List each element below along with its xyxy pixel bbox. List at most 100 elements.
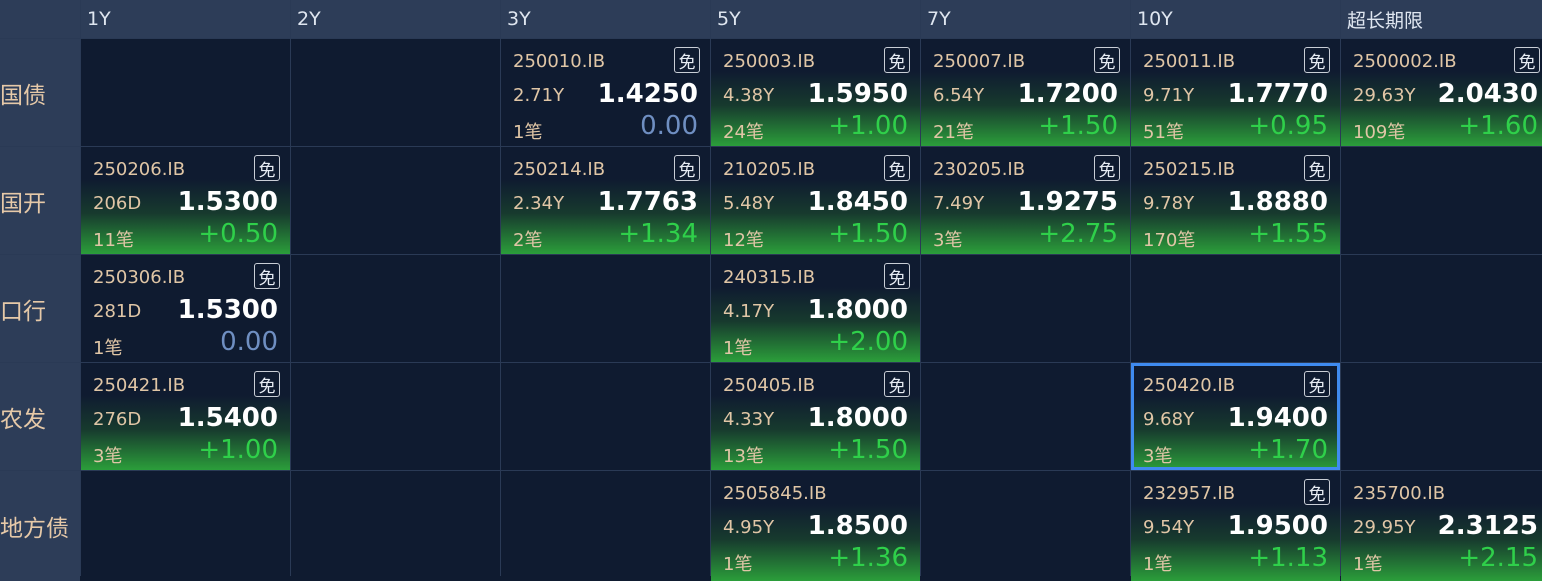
bond-code: 250007.IB bbox=[933, 51, 1026, 72]
trade-count: 11笔 bbox=[93, 230, 134, 251]
bond-code: 250011.IB bbox=[1143, 51, 1236, 72]
bond-quote-cell[interactable]: 2505845.IB 4.95Y 1.8500 1笔 +1.36 bbox=[711, 471, 920, 581]
yield-value: 1.8450 bbox=[807, 187, 908, 217]
row-label-text: 国开 bbox=[0, 190, 46, 217]
bond-quote-cell[interactable]: 2500002.IB 免 29.63Y 2.0430 109笔 +1.60 bbox=[1341, 39, 1542, 146]
yield-change: +1.50 bbox=[828, 435, 908, 465]
tax-exempt-badge: 免 bbox=[884, 263, 910, 289]
remaining-maturity: 276D bbox=[93, 409, 142, 430]
remaining-maturity: 29.63Y bbox=[1353, 85, 1416, 106]
row-label-text: 农发 bbox=[0, 406, 46, 433]
yield-value: 1.5400 bbox=[177, 403, 278, 433]
yield-value: 1.9400 bbox=[1227, 403, 1328, 433]
trade-count: 1笔 bbox=[513, 122, 543, 143]
bond-quote-cell[interactable]: 250215.IB 免 9.78Y 1.8880 170笔 +1.55 bbox=[1131, 147, 1340, 254]
remaining-maturity: 9.68Y bbox=[1143, 409, 1195, 430]
column-header[interactable]: 2Y bbox=[291, 0, 500, 38]
remaining-maturity: 4.38Y bbox=[723, 85, 775, 106]
trade-count: 1笔 bbox=[93, 338, 123, 359]
tax-exempt-badge: 免 bbox=[1304, 155, 1330, 181]
yield-change: +1.00 bbox=[828, 111, 908, 141]
column-header[interactable]: 7Y bbox=[921, 0, 1130, 38]
trade-count: 1笔 bbox=[723, 338, 753, 359]
yield-change: +1.60 bbox=[1458, 111, 1538, 141]
empty-cell bbox=[81, 471, 290, 581]
remaining-maturity: 281D bbox=[93, 301, 142, 322]
empty-cell bbox=[921, 471, 1130, 581]
trade-count: 2笔 bbox=[513, 230, 543, 251]
bond-quote-cell[interactable]: 250007.IB 免 6.54Y 1.7200 21笔 +1.50 bbox=[921, 39, 1130, 146]
tax-exempt-badge: 免 bbox=[1094, 47, 1120, 73]
column-header[interactable]: 超长期限 bbox=[1341, 0, 1542, 38]
empty-cell bbox=[921, 255, 1130, 362]
row-label-text: 地方债 bbox=[0, 516, 69, 542]
bond-quote-cell[interactable]: 235700.IB 29.95Y 2.3125 1笔 +2.15 bbox=[1341, 471, 1542, 581]
tax-exempt-badge: 免 bbox=[1304, 479, 1330, 505]
remaining-maturity: 9.78Y bbox=[1143, 193, 1195, 214]
trade-count: 24笔 bbox=[723, 122, 764, 143]
tax-exempt-badge: 免 bbox=[254, 155, 280, 181]
empty-cell bbox=[291, 471, 500, 581]
grid-corner bbox=[0, 0, 80, 38]
empty-cell bbox=[1131, 255, 1340, 362]
bond-quote-cell[interactable]: 250421.IB 免 276D 1.5400 3笔 +1.00 bbox=[81, 363, 290, 470]
bond-quote-cell[interactable]: 250405.IB 免 4.33Y 1.8000 13笔 +1.50 bbox=[711, 363, 920, 470]
bond-quote-cell[interactable]: 250306.IB 免 281D 1.5300 1笔 0.00 bbox=[81, 255, 290, 362]
bond-quote-cell[interactable]: 250420.IB 免 9.68Y 1.9400 3笔 +1.70 bbox=[1131, 363, 1340, 470]
tax-exempt-badge: 免 bbox=[884, 47, 910, 73]
bond-quote-cell[interactable]: 250214.IB 免 2.34Y 1.7763 2笔 +1.34 bbox=[501, 147, 710, 254]
yield-value: 2.3125 bbox=[1437, 511, 1538, 541]
bond-code: 235700.IB bbox=[1353, 483, 1446, 504]
bond-quote-cell[interactable]: 230205.IB 免 7.49Y 1.9275 3笔 +2.75 bbox=[921, 147, 1130, 254]
yield-change: +1.36 bbox=[828, 543, 908, 573]
remaining-maturity: 2.34Y bbox=[513, 193, 565, 214]
bond-code: 2500002.IB bbox=[1353, 51, 1457, 72]
row-label: 国开 bbox=[0, 147, 80, 254]
trade-count: 109笔 bbox=[1353, 122, 1406, 143]
yield-change: +2.15 bbox=[1458, 543, 1538, 573]
yield-value: 1.4250 bbox=[597, 79, 698, 109]
column-header[interactable]: 3Y bbox=[501, 0, 710, 38]
trade-count: 51笔 bbox=[1143, 122, 1184, 143]
row-label-text: 国债 bbox=[0, 82, 46, 109]
bond-code: 240315.IB bbox=[723, 267, 816, 288]
trade-count: 3笔 bbox=[933, 230, 963, 251]
bond-quote-cell[interactable]: 250003.IB 免 4.38Y 1.5950 24笔 +1.00 bbox=[711, 39, 920, 146]
yield-value: 1.8880 bbox=[1227, 187, 1328, 217]
bond-code: 250010.IB bbox=[513, 51, 606, 72]
yield-value: 2.0430 bbox=[1437, 79, 1538, 109]
bond-quote-cell[interactable]: 250011.IB 免 9.71Y 1.7770 51笔 +0.95 bbox=[1131, 39, 1340, 146]
yield-change: +0.95 bbox=[1248, 111, 1328, 141]
yield-value: 1.5300 bbox=[177, 187, 278, 217]
yield-value: 1.9275 bbox=[1017, 187, 1118, 217]
bond-code: 2505845.IB bbox=[723, 483, 827, 504]
bond-quote-cell[interactable]: 232957.IB 免 9.54Y 1.9500 1笔 +1.13 bbox=[1131, 471, 1340, 581]
bond-quote-cell[interactable]: 250010.IB 免 2.71Y 1.4250 1笔 0.00 bbox=[501, 39, 710, 146]
yield-change: +1.55 bbox=[1248, 219, 1328, 249]
trade-count: 12笔 bbox=[723, 230, 764, 251]
tax-exempt-badge: 免 bbox=[884, 371, 910, 397]
column-header[interactable]: 1Y bbox=[81, 0, 290, 38]
trade-count: 3笔 bbox=[93, 446, 123, 467]
bond-code: 250405.IB bbox=[723, 375, 816, 396]
empty-cell bbox=[501, 363, 710, 470]
yield-value: 1.7770 bbox=[1227, 79, 1328, 109]
bond-quote-cell[interactable]: 210205.IB 免 5.48Y 1.8450 12笔 +1.50 bbox=[711, 147, 920, 254]
yield-value: 1.7200 bbox=[1017, 79, 1118, 109]
tax-exempt-badge: 免 bbox=[674, 47, 700, 73]
bond-code: 250420.IB bbox=[1143, 375, 1236, 396]
yield-change: +1.50 bbox=[1038, 111, 1118, 141]
bond-quote-cell[interactable]: 250206.IB 免 206D 1.5300 11笔 +0.50 bbox=[81, 147, 290, 254]
bond-quote-cell[interactable]: 240315.IB 免 4.17Y 1.8000 1笔 +2.00 bbox=[711, 255, 920, 362]
yield-change: +0.50 bbox=[198, 219, 278, 249]
remaining-maturity: 206D bbox=[93, 193, 142, 214]
yield-change: 0.00 bbox=[640, 111, 698, 141]
trade-count: 3笔 bbox=[1143, 446, 1173, 467]
empty-cell bbox=[1341, 147, 1542, 254]
column-header[interactable]: 10Y bbox=[1131, 0, 1340, 38]
remaining-maturity: 5.48Y bbox=[723, 193, 775, 214]
remaining-maturity: 9.54Y bbox=[1143, 517, 1195, 538]
remaining-maturity: 4.95Y bbox=[723, 517, 775, 538]
bond-code: 250003.IB bbox=[723, 51, 816, 72]
column-header[interactable]: 5Y bbox=[711, 0, 920, 38]
